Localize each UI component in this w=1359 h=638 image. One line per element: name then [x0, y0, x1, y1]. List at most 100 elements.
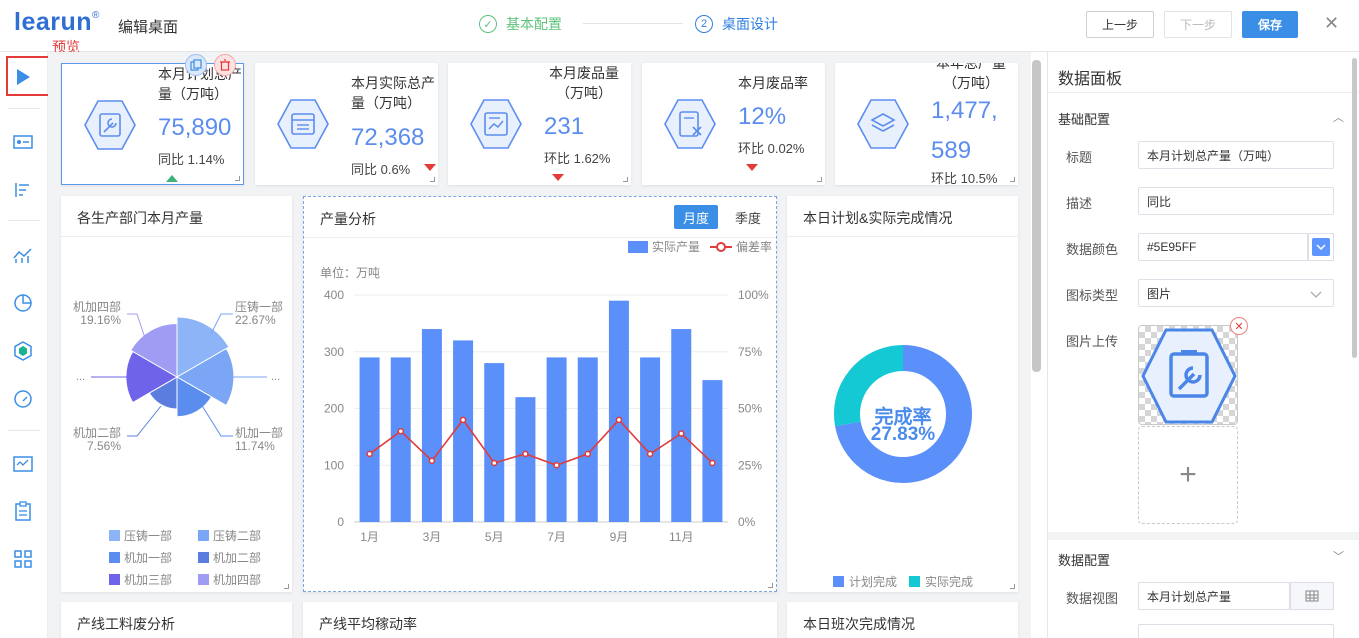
pie-chart-icon[interactable] — [12, 292, 34, 314]
delete-icon[interactable] — [214, 54, 236, 76]
divider — [8, 220, 40, 221]
section-basic-config[interactable]: 基础配置 — [1058, 109, 1110, 128]
trend-down-icon — [424, 164, 436, 171]
resize-handle[interactable] — [768, 583, 773, 588]
legend-label: 压铸二部 — [213, 528, 261, 543]
trend-up-icon — [166, 175, 178, 182]
kpi-compare: 同比 1.14% — [158, 152, 225, 167]
kpi-card-annual-output[interactable]: 本年总产量（万吨） 1,477,589 环比 10.5% — [835, 63, 1018, 185]
resize-handle[interactable] — [430, 177, 435, 182]
legend-actual: 实际完成 — [909, 573, 973, 590]
resize-handle[interactable] — [235, 176, 240, 181]
upload-add-button[interactable]: + — [1138, 426, 1238, 524]
data-field-input[interactable] — [1138, 624, 1334, 638]
description-input[interactable]: 同比 — [1138, 187, 1334, 215]
wrench-icon — [1141, 328, 1237, 424]
kpi-compare: 同比 0.6% — [351, 162, 411, 177]
report-icon[interactable] — [12, 453, 34, 475]
resize-handle[interactable] — [1010, 584, 1015, 589]
panel-dept-output[interactable]: 各生产部门本月产量 压铸一部 22.67% 机加四部 19.16% 机加二部 7.56% 机… — [61, 196, 292, 592]
kpi-card-planned-output[interactable]: 本月计划总产量（万吨） 75,890 同比 1.14% — [61, 63, 244, 185]
bar — [421, 329, 442, 522]
chevron-up-icon[interactable]: ︿ — [1333, 109, 1344, 125]
section-data-config[interactable]: 数据配置 — [1058, 550, 1110, 569]
bar — [390, 357, 411, 522]
kpi-value: 75,890 — [158, 114, 232, 141]
list-icon[interactable] — [12, 179, 34, 201]
document-x-icon — [664, 99, 716, 149]
step-desktop-design[interactable]: 2 桌面设计 — [695, 14, 778, 34]
kpi-compare: 环比 0.02% — [738, 141, 805, 156]
rose-chart: 压铸一部22.67%机加四部19.16%机加二部7.56%机加一部11.74%.… — [73, 299, 283, 587]
kpi-card-scrap-volume[interactable]: 本月废品量（万吨） 231 环比 1.62% — [448, 63, 631, 185]
bar — [702, 380, 723, 522]
x-tick-label: 11月 — [669, 530, 693, 544]
kpi-compare: 环比 10.5% — [931, 171, 998, 185]
layers-icon — [857, 99, 909, 149]
title-input[interactable]: 本月计划总产量（万吨） — [1138, 141, 1334, 169]
legend-label: 机加二部 — [213, 550, 261, 565]
panel-scrollbar[interactable] — [1352, 58, 1357, 358]
line-point — [553, 462, 560, 469]
panel-shift-completion[interactable]: 本日班次完成情况 — [787, 602, 1018, 638]
bar — [577, 357, 598, 522]
kpi-title: 本年总产量（万吨） — [936, 63, 1006, 91]
step-basic-config[interactable]: ✓ 基本配置 — [479, 14, 562, 34]
data-panel: 数据面板 基础配置 ︿ 标题 本月计划总产量（万吨） 描述 同比 数据颜色 #5… — [1047, 52, 1359, 638]
color-input[interactable]: #5E95FF — [1138, 233, 1308, 261]
y2-tick-label: 0% — [738, 515, 756, 529]
kpi-value: 72,368 — [351, 124, 425, 151]
divider — [8, 108, 40, 109]
left-toolbar — [0, 52, 48, 638]
bar — [484, 363, 505, 522]
icon-type-select[interactable]: 图片 — [1138, 279, 1334, 307]
copy-icon[interactable] — [185, 54, 207, 76]
bar — [453, 340, 474, 522]
resize-handle[interactable] — [623, 177, 628, 182]
step-divider — [583, 23, 683, 24]
resize-handle[interactable] — [817, 177, 822, 182]
remove-image-icon[interactable]: ✕ — [1230, 317, 1248, 335]
color-picker[interactable] — [1308, 233, 1334, 261]
bar-line-chart: 单位：万吨 实际产量 偏差率 0 100 200 300 400 0% 25% 50% 75% 100%… — [320, 239, 772, 544]
y2-tick-label: 50% — [738, 402, 762, 416]
label-icon-type: 图标类型 — [1066, 288, 1119, 303]
uploaded-image[interactable] — [1138, 325, 1238, 425]
divider — [8, 430, 40, 431]
resize-handle[interactable] — [1010, 177, 1015, 182]
kpi-title: 本月实际总产量（万吨） — [351, 75, 435, 111]
panel-output-analysis[interactable]: 产量分析 月度 季度 单位：万吨 实际产量 偏差率 0 100 200 300 400 0% 25… — [303, 196, 777, 592]
canvas-scrollbar[interactable] — [1032, 60, 1041, 372]
close-icon[interactable]: ✕ — [1324, 13, 1339, 34]
panel-daily-completion[interactable]: 本日计划&实际完成情况 完成率 27.83% 计划完成 实际完成 — [787, 196, 1018, 592]
data-view-input[interactable]: 本月计划总产量 — [1138, 582, 1290, 610]
chevron-down-icon — [1310, 287, 1322, 302]
callout-ellipsis: ... — [76, 371, 85, 383]
save-button[interactable]: 保存 — [1242, 11, 1298, 38]
kpi-card-actual-output[interactable]: 本月实际总产量（万吨） 72,368 同比 0.6% — [255, 63, 438, 185]
hexagon-icon[interactable] — [12, 340, 34, 362]
x-tick-label: 7月 — [547, 530, 566, 544]
gauge-icon[interactable] — [12, 388, 34, 410]
line-chart-icon[interactable] — [12, 244, 34, 266]
prev-button[interactable]: 上一步 — [1086, 11, 1154, 38]
y2-tick-label: 100% — [738, 288, 769, 302]
table-icon[interactable] — [1290, 582, 1334, 610]
next-button[interactable]: 下一步 — [1164, 11, 1232, 38]
line-point — [709, 459, 716, 467]
panel-avg-utilization[interactable]: 产线平均稼动率 — [303, 602, 777, 638]
preview-highlight[interactable] — [6, 56, 52, 96]
card-icon[interactable] — [12, 131, 34, 153]
chevron-down-icon[interactable]: ﹀ — [1333, 548, 1344, 564]
bar — [608, 300, 629, 522]
legend-line-marker — [716, 242, 726, 252]
clipboard-icon[interactable] — [12, 500, 34, 522]
line-point — [428, 457, 436, 464]
kpi-value: 12% — [738, 103, 787, 130]
panel-material-scrap[interactable]: 产线工料废分析 — [61, 602, 292, 638]
line-point — [459, 416, 467, 424]
grid-icon[interactable] — [12, 548, 34, 570]
kpi-card-scrap-rate[interactable]: 本月废品率 12% 环比 0.02% — [642, 63, 825, 185]
x-tick-label: 1月 — [360, 530, 379, 544]
resize-handle[interactable] — [284, 584, 289, 589]
